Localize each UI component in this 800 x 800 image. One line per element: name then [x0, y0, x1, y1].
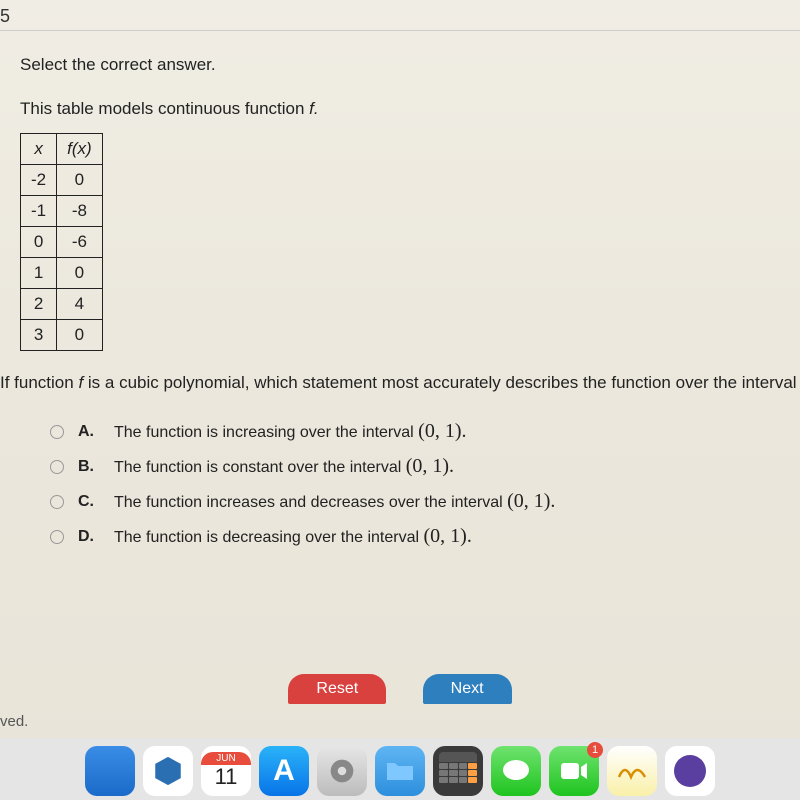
- reset-button[interactable]: Reset: [288, 674, 386, 704]
- cell: 0: [57, 320, 103, 351]
- appstore-icon[interactable]: A: [259, 746, 309, 796]
- firefox-glyph: [670, 751, 710, 791]
- video-icon: [559, 761, 589, 781]
- q-fn: f: [78, 373, 87, 392]
- opt-text-span: The function increases and decreases ove…: [114, 494, 507, 511]
- option-text: The function is constant over the interv…: [114, 455, 454, 478]
- page-number: 5: [0, 6, 10, 27]
- question-text: If function f is a cubic polynomial, whi…: [0, 371, 790, 394]
- option-text: The function is increasing over the inte…: [114, 420, 466, 443]
- button-row: Reset Next: [0, 674, 800, 704]
- table-row: -1-8: [21, 196, 103, 227]
- description-text: This table models continuous function f.: [20, 99, 790, 119]
- table-row: 24: [21, 289, 103, 320]
- notes-icon[interactable]: [607, 746, 657, 796]
- dock-partial-icon[interactable]: [85, 746, 135, 796]
- cell: 0: [21, 227, 57, 258]
- cell: -1: [21, 196, 57, 227]
- option-letter: B.: [78, 458, 98, 476]
- calendar-icon[interactable]: JUN 11: [201, 746, 251, 796]
- appstore-glyph: A: [273, 754, 295, 788]
- cell: 3: [21, 320, 57, 351]
- firefox-icon[interactable]: [665, 746, 715, 796]
- opt-text-span: The function is constant over the interv…: [114, 459, 406, 476]
- cell: 0: [57, 258, 103, 289]
- divider: [0, 30, 800, 31]
- notes-glyph: [617, 761, 647, 781]
- option-letter: C.: [78, 493, 98, 511]
- instruction-text: Select the correct answer.: [20, 55, 790, 75]
- calendar-day: 11: [215, 765, 238, 789]
- folder-icon[interactable]: [375, 746, 425, 796]
- dock: JUN 11 A 1: [0, 738, 800, 800]
- opt-interval: (0, 1).: [507, 490, 555, 512]
- calculator-icon[interactable]: [433, 746, 483, 796]
- cell: -2: [21, 165, 57, 196]
- opt-text-span: The function is decreasing over the inte…: [114, 529, 424, 546]
- option-d[interactable]: D. The function is decreasing over the i…: [50, 525, 790, 548]
- option-text: The function is decreasing over the inte…: [114, 525, 472, 548]
- content-area: Select the correct answer. This table mo…: [20, 55, 790, 560]
- opt-text-span: The function is increasing over the inte…: [114, 424, 418, 441]
- opt-interval: (0, 1).: [418, 420, 466, 442]
- radio-icon[interactable]: [50, 460, 64, 474]
- option-c[interactable]: C. The function increases and decreases …: [50, 490, 790, 513]
- cell: 0: [57, 165, 103, 196]
- table-row: 0-6: [21, 227, 103, 258]
- folder-glyph: [385, 759, 415, 783]
- option-a[interactable]: A. The function is increasing over the i…: [50, 420, 790, 443]
- gear-icon: [325, 754, 359, 788]
- option-letter: D.: [78, 528, 98, 546]
- hexagon-icon: [151, 754, 185, 788]
- dock-generic-icon[interactable]: [143, 746, 193, 796]
- desc-fn-italic: f.: [309, 99, 318, 118]
- cell: 2: [21, 289, 57, 320]
- option-text: The function increases and decreases ove…: [114, 490, 555, 513]
- table-row: 30: [21, 320, 103, 351]
- facetime-icon[interactable]: 1: [549, 746, 599, 796]
- speech-bubble-icon: [501, 758, 531, 784]
- next-button[interactable]: Next: [423, 674, 512, 704]
- function-table: x f(x) -20 -1-8 0-6 10 24 30: [20, 133, 103, 351]
- q-mid: is a cubic polynomial, which statement m…: [88, 373, 800, 392]
- settings-icon[interactable]: [317, 746, 367, 796]
- table-header-fx: f(x): [57, 134, 103, 165]
- table-header-x: x: [21, 134, 57, 165]
- table-header-row: x f(x): [21, 134, 103, 165]
- option-letter: A.: [78, 423, 98, 441]
- desc-prefix: This table models continuous function: [20, 99, 309, 118]
- option-b[interactable]: B. The function is constant over the int…: [50, 455, 790, 478]
- cell: 1: [21, 258, 57, 289]
- cell: 4: [57, 289, 103, 320]
- calculator-grid: [439, 752, 477, 790]
- table-row: -20: [21, 165, 103, 196]
- options-group: A. The function is increasing over the i…: [50, 420, 790, 548]
- radio-icon[interactable]: [50, 530, 64, 544]
- opt-interval: (0, 1).: [424, 525, 472, 547]
- cell: -6: [57, 227, 103, 258]
- messages-icon[interactable]: [491, 746, 541, 796]
- cell: -8: [57, 196, 103, 227]
- opt-interval: (0, 1).: [406, 455, 454, 477]
- radio-icon[interactable]: [50, 425, 64, 439]
- footer-text: ved.: [0, 713, 28, 730]
- q-prefix: If function: [0, 373, 78, 392]
- radio-icon[interactable]: [50, 495, 64, 509]
- notification-badge: 1: [587, 742, 603, 758]
- table-row: 10: [21, 258, 103, 289]
